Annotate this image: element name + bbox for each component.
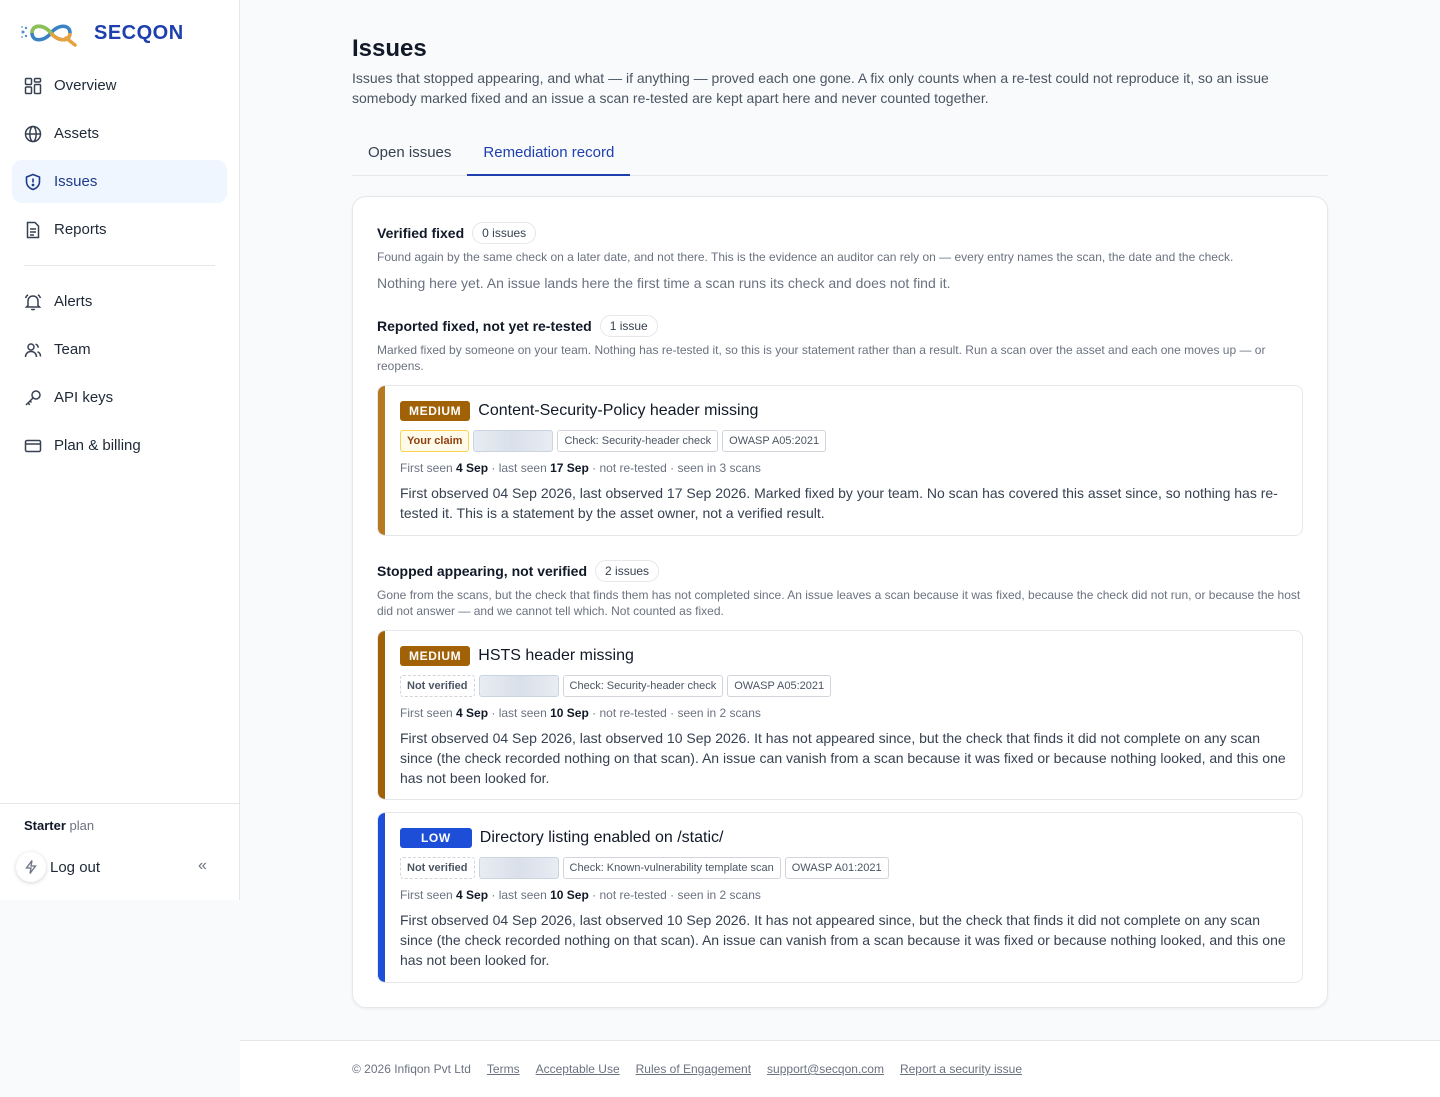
issue-card[interactable]: MEDIUM HSTS header missing Not verified … — [377, 630, 1303, 800]
globe-icon — [24, 125, 42, 143]
plan-suffix: plan — [69, 818, 95, 833]
severity-bar — [378, 813, 385, 982]
sidebar-nav: Overview Assets Issues Reports Alerts Te… — [12, 64, 227, 472]
sidebar-footer: Starter plan Log out « — [0, 803, 240, 882]
document-icon — [24, 221, 42, 239]
section-description: Found again by the same check on a later… — [377, 250, 1234, 264]
tab-bar: Open issues Remediation record — [352, 134, 1328, 176]
sidebar-item-label: Overview — [54, 77, 117, 94]
sidebar-item-label: Reports — [54, 221, 107, 238]
section-reported-fixed: Reported fixed, not yet re-tested 1 issu… — [377, 314, 1303, 374]
sidebar-item-reports[interactable]: Reports — [12, 208, 227, 251]
grid-icon — [24, 77, 42, 95]
footer-link-support-email[interactable]: support@secqon.com — [767, 1062, 884, 1076]
check-tag: Check: Security-header check — [557, 430, 719, 452]
issue-description: First observed 04 Sep 2026, last observe… — [400, 730, 1286, 786]
footer-link-rules-of-engagement[interactable]: Rules of Engagement — [636, 1062, 751, 1076]
logout-button[interactable]: Log out — [16, 852, 100, 882]
users-icon — [24, 341, 42, 359]
section-description: Gone from the scans, but the check that … — [377, 588, 1301, 618]
empty-state: Nothing here yet. An issue lands here th… — [377, 275, 951, 291]
issue-meta: First seen 4 Sep · last seen 10 Sep · no… — [400, 706, 761, 720]
check-tag: Check: Known-vulnerability template scan — [562, 857, 781, 879]
sidebar-item-label: Alerts — [54, 293, 93, 310]
logout-label: Log out — [50, 858, 101, 876]
owasp-tag: OWASP A05:2021 — [722, 430, 827, 452]
asset-tag-redacted — [478, 857, 559, 879]
sidebar-item-label: Issues — [54, 173, 98, 190]
owasp-tag: OWASP A05:2021 — [727, 675, 832, 697]
sidebar-item-overview[interactable]: Overview — [12, 64, 227, 107]
count-badge: 2 issues — [595, 560, 660, 582]
sidebar-item-api-keys[interactable]: API keys — [12, 376, 227, 419]
sidebar-item-label: API keys — [54, 389, 114, 406]
copyright: © 2026 Infiqon Pvt Ltd — [352, 1062, 471, 1076]
nav-divider — [24, 265, 215, 266]
key-icon — [24, 389, 42, 407]
remediation-panel: Verified fixed 0 issues Found again by t… — [352, 196, 1328, 1008]
issue-title[interactable]: HSTS header missing — [478, 647, 634, 665]
asset-tag-redacted — [478, 675, 559, 697]
section-title: Stopped appearing, not verified — [377, 563, 588, 579]
sidebar-item-label: Team — [54, 341, 91, 358]
bolt-icon — [16, 852, 46, 882]
secqon-logo-icon — [21, 24, 77, 47]
asset-tag-redacted — [473, 430, 554, 452]
severity-badge: LOW — [400, 828, 472, 848]
footer-link-terms[interactable]: Terms — [487, 1062, 520, 1076]
issue-title[interactable]: Content-Security-Policy header missing — [478, 402, 758, 420]
bell-icon — [24, 293, 42, 311]
page-footer: © 2026 Infiqon Pvt Ltd Terms Acceptable … — [240, 1040, 1440, 1097]
plan-name: Starter — [24, 818, 66, 833]
section-description: Marked fixed by someone on your team. No… — [377, 343, 1266, 373]
tab-open-issues[interactable]: Open issues — [352, 134, 467, 176]
severity-badge: MEDIUM — [400, 646, 471, 666]
shield-icon — [24, 173, 42, 191]
footer-link-acceptable-use[interactable]: Acceptable Use — [536, 1062, 620, 1076]
page-subtitle: Issues that stopped appearing, and what … — [352, 70, 1269, 106]
issue-meta: First seen 4 Sep · last seen 17 Sep · no… — [400, 461, 761, 475]
brand-logo[interactable]: SECQON — [20, 18, 184, 48]
sidebar-item-label: Assets — [54, 125, 100, 142]
brand-name: SECQON — [94, 21, 184, 44]
severity-bar — [378, 386, 385, 535]
severity-bar — [378, 631, 385, 799]
issue-meta: First seen 4 Sep · last seen 10 Sep · no… — [400, 888, 761, 902]
credit-card-icon — [24, 437, 42, 455]
check-tag: Check: Security-header check — [562, 675, 724, 697]
status-tag: Not verified — [400, 857, 475, 879]
issue-card[interactable]: LOW Directory listing enabled on /static… — [377, 812, 1303, 983]
sidebar-item-issues[interactable]: Issues — [12, 160, 227, 203]
plan-indicator: Starter plan — [24, 818, 94, 833]
count-badge: 0 issues — [472, 222, 537, 244]
section-stopped-appearing: Stopped appearing, not verified 2 issues… — [377, 559, 1303, 619]
issue-card[interactable]: MEDIUM Content-Security-Policy header mi… — [377, 385, 1303, 536]
sidebar-item-plan-billing[interactable]: Plan & billing — [12, 424, 227, 467]
owasp-tag: OWASP A01:2021 — [784, 857, 889, 879]
sidebar-item-team[interactable]: Team — [12, 328, 227, 371]
tab-remediation-record[interactable]: Remediation record — [467, 134, 631, 176]
sidebar-item-label: Plan & billing — [54, 437, 141, 454]
status-tag: Your claim — [400, 430, 470, 452]
section-verified-fixed: Verified fixed 0 issues Found again by t… — [377, 221, 1303, 291]
section-title: Reported fixed, not yet re-tested — [377, 318, 592, 334]
count-badge: 1 issue — [599, 315, 658, 337]
sidebar-item-assets[interactable]: Assets — [12, 112, 227, 155]
sidebar-item-alerts[interactable]: Alerts — [12, 280, 227, 323]
issue-description: First observed 04 Sep 2026, last observe… — [400, 912, 1286, 968]
status-tag: Not verified — [400, 675, 475, 697]
section-title: Verified fixed — [377, 225, 465, 241]
issue-description: First observed 04 Sep 2026, last observe… — [400, 485, 1278, 521]
footer-link-report-security-issue[interactable]: Report a security issue — [900, 1062, 1022, 1076]
severity-badge: MEDIUM — [400, 401, 471, 421]
issue-title[interactable]: Directory listing enabled on /static/ — [480, 829, 724, 847]
sidebar: SECQON Overview Assets Issues Reports Al… — [0, 0, 240, 900]
page-title: Issues — [352, 35, 427, 62]
collapse-sidebar-icon[interactable]: « — [198, 857, 207, 875]
